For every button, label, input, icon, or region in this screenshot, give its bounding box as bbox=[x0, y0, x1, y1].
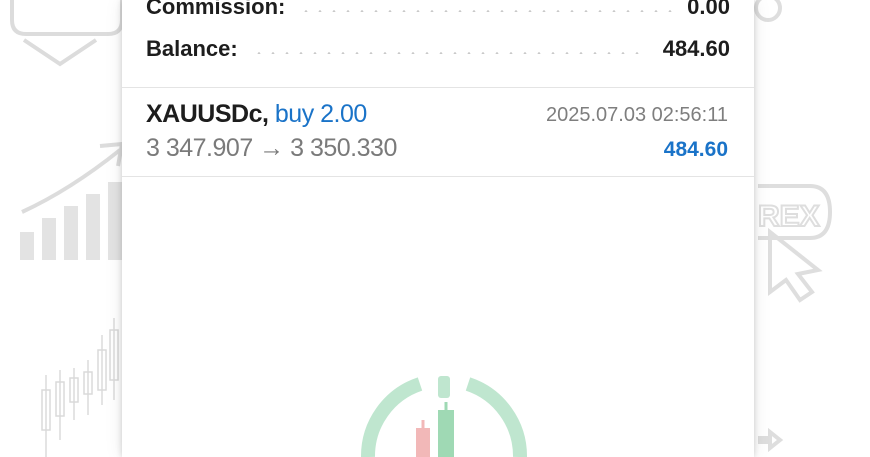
balance-value: 484.60 bbox=[662, 36, 730, 61]
deal-time: 2025.07.03 02:56:11 bbox=[545, 104, 728, 126]
app-logo-icon bbox=[360, 376, 528, 457]
deal-title: XAUUSDc, buy 2.00 bbox=[146, 100, 367, 128]
trend-arrow-icon bbox=[21, 148, 122, 214]
candlestick-icon bbox=[41, 318, 119, 457]
divider bbox=[122, 176, 754, 177]
balance-label: Balance: bbox=[146, 36, 238, 61]
coin-icon bbox=[754, 0, 782, 22]
svg-text:REX: REX bbox=[758, 200, 820, 233]
dotted-leader bbox=[251, 52, 649, 54]
commission-row: Commission: 0.00 bbox=[146, 0, 730, 22]
price-arrow: → bbox=[259, 134, 284, 162]
commission-value: 0.00 bbox=[687, 0, 730, 19]
deal-symbol: XAUUSDc bbox=[146, 100, 262, 128]
bar-chart-icon bbox=[20, 182, 122, 260]
deal-prices: 3 347.907 → 3 350.330 bbox=[146, 134, 397, 163]
deal-action: buy 2.00 bbox=[274, 100, 367, 128]
balance-row: Balance: 484.60 bbox=[146, 34, 730, 64]
commission-label: Commission: bbox=[146, 0, 286, 19]
deal-row[interactable]: XAUUSDc, buy 2.00 3 347.907 → 3 350.330 … bbox=[122, 88, 754, 176]
dotted-leader bbox=[299, 10, 674, 12]
deal-history-panel: Commission: 0.00 Balance: 484.60 XAUUSDc… bbox=[122, 0, 754, 457]
arrow-right-icon bbox=[758, 427, 784, 453]
shield-icon bbox=[10, 0, 124, 36]
open-price: 3 347.907 bbox=[146, 134, 253, 162]
cursor-icon bbox=[768, 227, 823, 303]
deal-profit: 484.60 bbox=[663, 138, 728, 161]
close-price: 3 350.330 bbox=[290, 134, 397, 162]
